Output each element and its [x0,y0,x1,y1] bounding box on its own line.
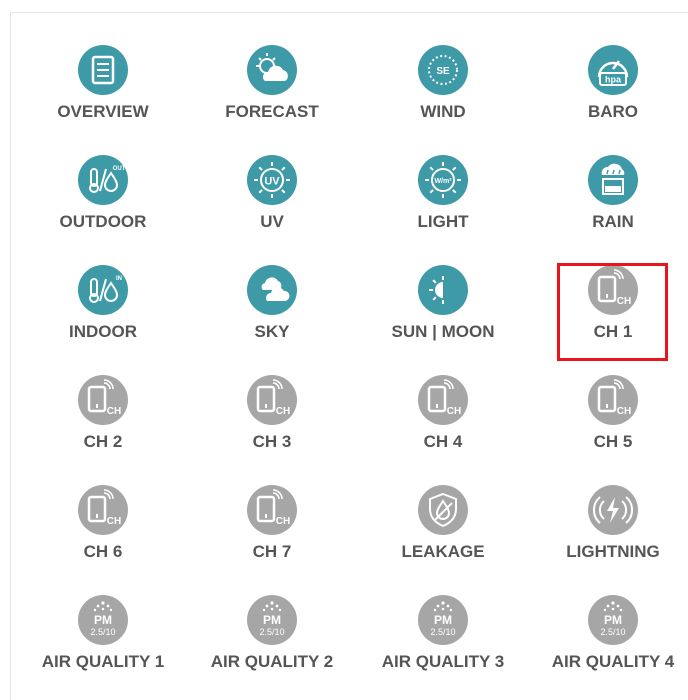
forecast-icon [247,45,297,95]
tile-label: CH 7 [252,542,292,561]
tile-label: LIGHT [417,212,469,231]
tile-label: FORECAST [225,102,319,121]
channel-sensor-icon: CH [418,375,468,425]
tile-label: OUTDOOR [59,212,147,231]
svg-text:2.5/10: 2.5/10 [259,627,284,637]
tile-label: LIGHTNING [566,542,660,561]
wind-compass-icon: SE [418,45,468,95]
svg-text:PM: PM [263,613,281,627]
air-quality-pm-icon: PM 2.5/10 [247,595,297,645]
channel-sensor-icon: CH [247,375,297,425]
sky-cloud-icon [247,265,297,315]
tile-rain[interactable]: RAIN [528,155,688,255]
channel-sensor-icon: CH [78,485,128,535]
tile-air-quality-3[interactable]: PM 2.5/10 AIR QUALITY 3 [358,595,528,695]
svg-text:CH: CH [276,406,290,417]
selection-highlight [557,263,668,361]
svg-text:PM: PM [434,613,452,627]
tile-ch-2[interactable]: CH CH 2 [18,375,188,475]
sun-moon-icon [418,265,468,315]
tile-label: AIR QUALITY 2 [210,652,334,671]
tile-overview[interactable]: OVERVIEW [18,45,188,145]
tile-indoor[interactable]: IN INDOOR [18,265,188,365]
rain-gauge-icon [588,155,638,205]
tile-air-quality-2[interactable]: PM 2.5/10 AIR QUALITY 2 [187,595,357,695]
light-icon: W/m² [418,155,468,205]
tile-label: BARO [587,102,639,121]
tile-outdoor[interactable]: OUT OUTDOOR [18,155,188,255]
svg-text:OUT: OUT [113,166,126,172]
channel-sensor-icon: CH [78,375,128,425]
tile-ch-4[interactable]: CH CH 4 [358,375,528,475]
svg-text:2.5/10: 2.5/10 [430,627,455,637]
tile-air-quality-1[interactable]: PM 2.5/10 AIR QUALITY 1 [18,595,188,695]
tile-label: CH 3 [252,432,292,451]
channel-sensor-icon: CH [588,375,638,425]
tile-label: INDOOR [69,322,137,341]
tile-label: AIR QUALITY 1 [41,652,165,671]
tile-light[interactable]: W/m² LIGHT [358,155,528,255]
outdoor-thermometer-icon: OUT [78,155,128,205]
tile-ch-7[interactable]: CH CH 7 [187,485,357,585]
leakage-shield-icon [418,485,468,535]
tile-ch-5[interactable]: CH CH 5 [528,375,688,475]
svg-text:W/m²: W/m² [434,178,452,185]
svg-text:2.5/10: 2.5/10 [90,627,115,637]
svg-text:hpa: hpa [605,75,622,85]
tile-label: RAIN [592,212,634,231]
tile-label: UV [260,212,284,231]
tile-air-quality-4[interactable]: PM 2.5/10 AIR QUALITY 4 [528,595,688,695]
tile-label: CH 6 [83,542,123,561]
svg-text:CH: CH [447,406,461,417]
svg-text:UV: UV [264,176,280,188]
svg-text:CH: CH [617,406,631,417]
tile-label: SKY [254,322,290,341]
air-quality-pm-icon: PM 2.5/10 [418,595,468,645]
lightning-icon [588,485,638,535]
tile-label: CH 5 [593,432,633,451]
tile-label: LEAKAGE [401,542,485,561]
tile-ch-3[interactable]: CH CH 3 [187,375,357,475]
tile-uv[interactable]: UV UV [187,155,357,255]
tile-sky[interactable]: SKY [187,265,357,365]
svg-text:2.5/10: 2.5/10 [600,627,625,637]
svg-text:CH: CH [107,516,121,527]
svg-text:IN: IN [116,276,122,282]
tile-baro[interactable]: hpa BARO [528,45,688,145]
svg-text:PM: PM [604,613,622,627]
tile-sun-moon[interactable]: SUN | MOON [358,265,528,365]
overview-icon [78,45,128,95]
air-quality-pm-icon: PM 2.5/10 [78,595,128,645]
tile-lightning[interactable]: LIGHTNING [528,485,688,585]
tile-label: OVERVIEW [57,102,149,121]
svg-text:CH: CH [276,516,290,527]
svg-text:SE: SE [436,66,450,77]
tile-label: SUN | MOON [391,322,495,341]
tile-label: CH 4 [423,432,463,451]
tile-label: AIR QUALITY 4 [551,652,675,671]
channel-sensor-icon: CH [247,485,297,535]
tile-label: AIR QUALITY 3 [381,652,505,671]
svg-text:CH: CH [107,406,121,417]
tile-leakage[interactable]: LEAKAGE [358,485,528,585]
tile-label: CH 2 [83,432,123,451]
tile-ch-6[interactable]: CH CH 6 [18,485,188,585]
air-quality-pm-icon: PM 2.5/10 [588,595,638,645]
tile-label: WIND [420,102,466,121]
tile-forecast[interactable]: FORECAST [187,45,357,145]
indoor-thermometer-icon: IN [78,265,128,315]
uv-icon: UV [247,155,297,205]
svg-text:PM: PM [94,613,112,627]
barometer-icon: hpa [588,45,638,95]
tile-wind[interactable]: SE WIND [358,45,528,145]
